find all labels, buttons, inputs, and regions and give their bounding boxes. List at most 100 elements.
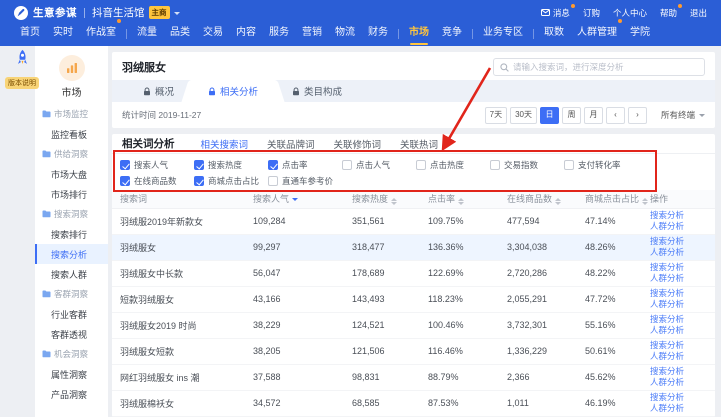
action-search-analysis[interactable]: 搜索分析	[650, 236, 707, 247]
nav-item[interactable]: 服务	[269, 22, 289, 46]
sidebar-item[interactable]: 搜索人群	[35, 264, 108, 284]
column-header[interactable]: 搜索热度	[344, 190, 420, 208]
chevron-down-icon[interactable]	[174, 12, 180, 18]
nav-item-label: 交易	[203, 27, 223, 38]
date-range-button[interactable]: 周	[562, 107, 581, 124]
nav-item-label: 内容	[236, 27, 256, 38]
nav-item[interactable]: 业务专区	[483, 22, 523, 46]
nav-item[interactable]: 市场	[409, 22, 429, 46]
column-header[interactable]: 操作	[642, 190, 715, 208]
action-search-analysis[interactable]: 搜索分析	[650, 262, 707, 273]
nav-item[interactable]: 实时	[53, 22, 73, 46]
sidebar-item[interactable]: 监控看板	[35, 124, 108, 144]
nav-item[interactable]: 取数	[544, 22, 564, 46]
nav-item[interactable]: 交易	[203, 22, 223, 46]
sidebar-item[interactable]: 客群透视	[35, 324, 108, 344]
column-header[interactable]: 搜索人气	[245, 190, 344, 208]
nav-item[interactable]	[126, 29, 127, 39]
search-input[interactable]	[513, 62, 698, 72]
nav-item[interactable]: 流量	[137, 22, 157, 46]
column-header[interactable]: 在线商品数	[499, 190, 577, 208]
action-search-analysis[interactable]: 搜索分析	[650, 366, 707, 377]
action-crowd-analysis[interactable]: 人群分析	[650, 247, 707, 258]
action-crowd-analysis[interactable]: 人群分析	[650, 325, 707, 336]
sidebar-item[interactable]: 机会洞察	[35, 344, 108, 364]
action-crowd-analysis[interactable]: 人群分析	[650, 377, 707, 388]
metric-checkbox[interactable]: 支付转化率	[564, 159, 638, 171]
sidebar-item-label: 机会洞察	[54, 348, 88, 360]
user-link[interactable]: 帮助	[660, 7, 677, 19]
user-link[interactable]: 退出	[690, 7, 707, 19]
column-header-label: 搜索人气	[253, 194, 289, 204]
nav-item[interactable]: 人群管理	[577, 22, 617, 46]
metric-checkbox[interactable]: 点击人气	[342, 159, 416, 171]
sidebar-item[interactable]: 市场大盘	[35, 164, 108, 184]
column-header[interactable]: 商城点击占比	[577, 190, 642, 208]
sidebar-item[interactable]: 搜索洞察	[35, 204, 108, 224]
sidebar-item[interactable]: 市场监控	[35, 104, 108, 124]
sidebar-item[interactable]: 搜索分析	[35, 244, 108, 264]
action-search-analysis[interactable]: 搜索分析	[650, 314, 707, 325]
nav-item[interactable]: 财务	[368, 22, 388, 46]
metric-checkbox[interactable]: 搜索热度	[194, 159, 268, 171]
tab[interactable]: 相关分析	[191, 80, 275, 102]
nav-item[interactable]	[398, 29, 399, 39]
nav-item[interactable]: 首页	[20, 22, 40, 46]
action-crowd-analysis[interactable]: 人群分析	[650, 273, 707, 284]
checkbox	[268, 176, 278, 186]
metric-checkbox[interactable]: 交易指数	[490, 159, 564, 171]
metric-checkbox[interactable]: 商城点击占比	[194, 175, 268, 187]
date-range-button[interactable]: 7天	[485, 107, 507, 124]
rocket-icon[interactable]	[14, 49, 31, 67]
nav-item[interactable]	[472, 29, 473, 39]
action-crowd-analysis[interactable]: 人群分析	[650, 403, 707, 414]
sidebar-item[interactable]: 行业客群	[35, 304, 108, 324]
date-range-button[interactable]: 月	[584, 107, 603, 124]
keyword-search-box[interactable]	[493, 58, 705, 76]
action-search-analysis[interactable]: 搜索分析	[650, 392, 707, 403]
subtab[interactable]: 关联修饰词	[334, 137, 382, 151]
action-search-analysis[interactable]: 搜索分析	[650, 210, 707, 221]
sidebar-item[interactable]: 搜索排行	[35, 224, 108, 244]
date-range-button[interactable]: ›	[628, 107, 647, 124]
metric-checkbox[interactable]: 点击热度	[416, 159, 490, 171]
nav-item[interactable]: 内容	[236, 22, 256, 46]
subtab[interactable]: 相关搜索词	[201, 137, 249, 151]
date-range-button[interactable]: 日	[540, 107, 559, 124]
user-link[interactable]: 消息	[541, 7, 570, 19]
nav-item[interactable]	[533, 29, 534, 39]
column-header[interactable]: 点击率	[420, 190, 499, 208]
action-search-analysis[interactable]: 搜索分析	[650, 288, 707, 299]
tab[interactable]: 类目构成	[275, 80, 359, 102]
nav-item[interactable]: 营销	[302, 22, 322, 46]
sidebar-item[interactable]: 市场排行	[35, 184, 108, 204]
nav-item[interactable]: 品类	[170, 22, 190, 46]
nav-item[interactable]: 物流	[335, 22, 355, 46]
sidebar-item[interactable]: 产品洞察	[35, 384, 108, 404]
action-crowd-analysis[interactable]: 人群分析	[650, 299, 707, 310]
action-crowd-analysis[interactable]: 人群分析	[650, 351, 707, 362]
sidebar-item[interactable]: 供给洞察	[35, 144, 108, 164]
user-link[interactable]: 个人中心	[613, 7, 647, 19]
sidebar-item[interactable]: 客群洞察	[35, 284, 108, 304]
subtab[interactable]: 关联热词	[400, 137, 438, 151]
terminal-filter[interactable]: 所有终端	[661, 109, 705, 121]
cell-click-rate: 88.79%	[420, 364, 499, 390]
date-range-button[interactable]: ‹	[606, 107, 625, 124]
nav-item[interactable]: 作战室	[86, 22, 116, 46]
version-badge[interactable]: 版本说明	[5, 77, 39, 89]
user-link[interactable]: 订购	[583, 7, 600, 19]
date-range-button[interactable]: 30天	[510, 107, 537, 124]
sidebar-item[interactable]: 属性洞察	[35, 364, 108, 384]
metric-checkbox[interactable]: 在线商品数	[120, 175, 194, 187]
metric-checkbox[interactable]: 点击率	[268, 159, 342, 171]
action-search-analysis[interactable]: 搜索分析	[650, 340, 707, 351]
nav-item[interactable]: 学院	[630, 22, 650, 46]
metric-checkbox[interactable]: 直通车参考价	[268, 175, 342, 187]
action-crowd-analysis[interactable]: 人群分析	[650, 221, 707, 232]
metric-checkbox[interactable]: 搜索人气	[120, 159, 194, 171]
nav-item[interactable]: 竞争	[442, 22, 462, 46]
column-header[interactable]: 搜索词	[112, 190, 245, 208]
nav-item-label: 业务专区	[483, 27, 523, 38]
subtab[interactable]: 关联品牌词	[267, 137, 315, 151]
